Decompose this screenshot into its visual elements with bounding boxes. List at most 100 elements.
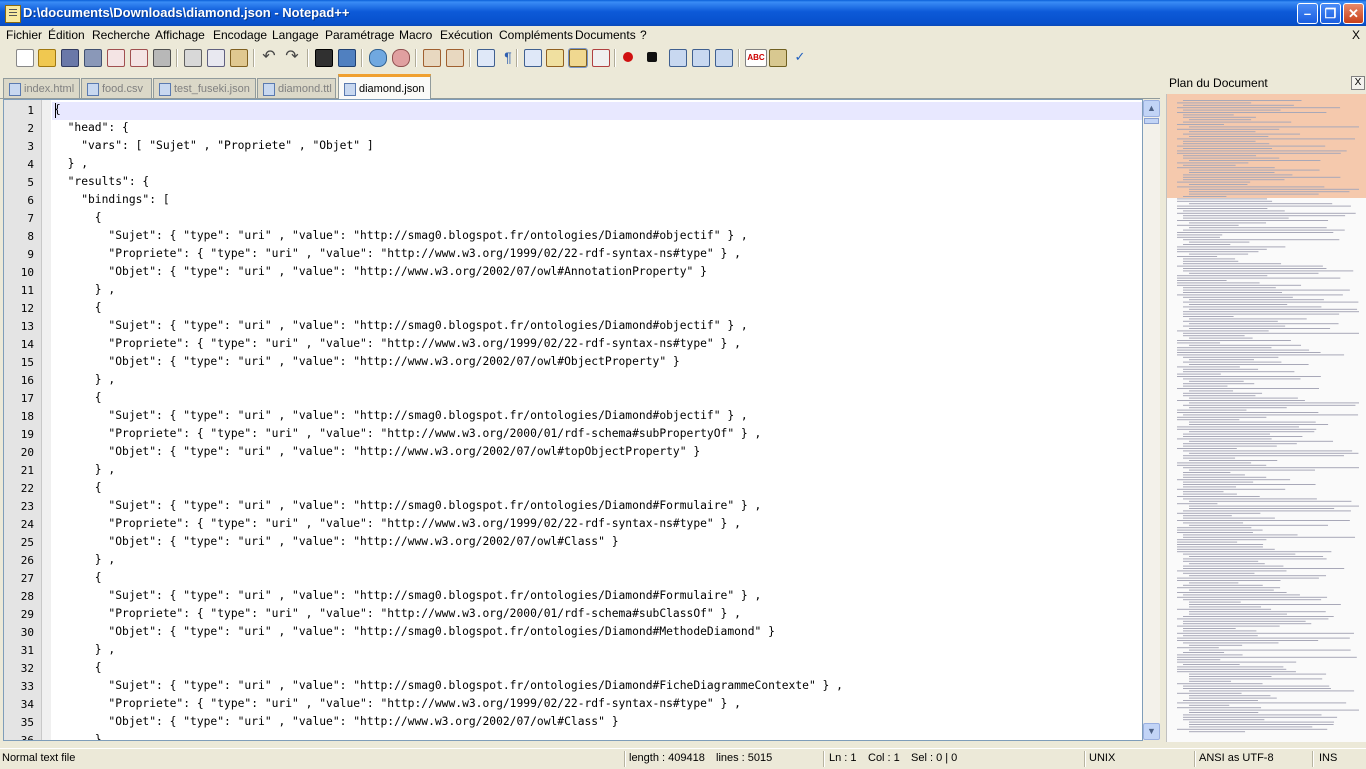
code-line: "results": { — [54, 175, 150, 188]
save-macro-icon[interactable] — [715, 49, 733, 67]
document-map-text-stroke — [1189, 344, 1302, 346]
document-map-text-stroke — [1189, 328, 1331, 329]
status-separator — [823, 751, 825, 767]
user-lang-icon[interactable] — [546, 49, 564, 67]
document-map-text-stroke — [1189, 184, 1248, 185]
indent-guide-icon[interactable] — [524, 49, 542, 67]
document-map-text-stroke — [1177, 220, 1329, 221]
replace-icon[interactable] — [338, 49, 356, 67]
doc-map-icon[interactable] — [568, 48, 588, 68]
close-all-icon[interactable] — [130, 49, 148, 67]
text-editor[interactable]: { "head": { "vars": [ "Sujet" , "Proprie… — [3, 99, 1143, 741]
play-macro-icon[interactable] — [669, 49, 687, 67]
document-map-text-stroke — [1189, 222, 1267, 224]
document-map-text-stroke — [1189, 299, 1324, 301]
document-map-text-stroke — [1177, 256, 1218, 257]
document-map-text-stroke — [1177, 702, 1347, 704]
line-number: 31 — [20, 644, 34, 657]
sync-vertical-icon[interactable] — [423, 49, 441, 67]
menu-complements[interactable]: Compléments — [499, 28, 573, 42]
copy-icon[interactable] — [207, 49, 225, 67]
run-macro-multiple-icon[interactable] — [692, 49, 710, 67]
vertical-scrollbar[interactable]: ▲ ▼ — [1143, 100, 1160, 740]
show-all-chars-icon[interactable]: ¶ — [500, 49, 516, 65]
new-file-icon[interactable] — [16, 49, 34, 67]
open-file-icon[interactable] — [38, 49, 56, 67]
document-map[interactable] — [1166, 94, 1366, 742]
notepad-plus-plus-icon[interactable] — [5, 5, 21, 23]
document-map-text-stroke — [1183, 467, 1359, 469]
document-map-close-button[interactable]: X — [1351, 76, 1365, 90]
close-window-button[interactable]: ✕ — [1343, 3, 1364, 24]
zoom-out-icon[interactable] — [392, 49, 410, 67]
current-line-highlight — [52, 102, 1142, 120]
document-map-text-stroke — [1183, 493, 1237, 495]
close-icon[interactable] — [107, 49, 125, 67]
menu-help[interactable]: ? — [640, 28, 647, 42]
save-all-icon[interactable] — [84, 49, 102, 67]
document-map-text-stroke — [1177, 683, 1263, 685]
maximize-button[interactable]: ❐ — [1320, 3, 1341, 24]
close-document-button[interactable]: X — [1352, 28, 1360, 42]
code-line: "Objet": { "type": "uri" , "value": "htt… — [54, 625, 775, 638]
line-number: 17 — [20, 392, 34, 405]
document-map-text-stroke — [1189, 676, 1272, 677]
menu-macro[interactable]: Macro — [399, 28, 432, 42]
menu-recherche[interactable]: Recherche — [92, 28, 150, 42]
tab-diamond-json[interactable]: diamond.json — [338, 74, 431, 99]
menu-edition[interactable]: Édition — [48, 28, 85, 42]
redo-icon[interactable]: ↷ — [284, 49, 300, 65]
menu-langage[interactable]: Langage — [272, 28, 319, 42]
document-map-text-stroke — [1183, 455, 1344, 457]
spellcheck-icon[interactable]: ABC — [745, 49, 767, 67]
document-map-text-stroke — [1189, 611, 1326, 613]
tab-test-fuseki-json[interactable]: test_fuseki.json — [153, 78, 256, 98]
document-map-text-stroke — [1177, 551, 1332, 553]
print-icon[interactable] — [153, 49, 171, 67]
save-icon[interactable] — [61, 49, 79, 67]
code-line: "Propriete": { "type": "uri" , "value": … — [54, 607, 741, 620]
document-map-text-stroke — [1177, 162, 1249, 164]
document-map-text-stroke — [1189, 690, 1355, 692]
menu-encodage[interactable]: Encodage — [213, 28, 267, 42]
menu-documents[interactable]: Documents — [575, 28, 636, 42]
document-map-text-stroke — [1177, 428, 1317, 430]
find-icon[interactable] — [315, 49, 333, 67]
document-map-text-stroke — [1189, 440, 1334, 442]
scroll-thumb[interactable] — [1144, 118, 1159, 124]
document-map-text-stroke — [1189, 193, 1319, 195]
minimize-button[interactable]: – — [1297, 3, 1318, 24]
paste-icon[interactable] — [230, 49, 248, 67]
document-map-text-stroke — [1183, 568, 1345, 569]
tab-diamond-ttl[interactable]: diamond.ttl — [257, 78, 336, 98]
record-macro-icon[interactable] — [623, 52, 633, 62]
document-map-text-stroke — [1177, 102, 1252, 104]
fold-margin[interactable] — [42, 100, 51, 740]
menu-fichier[interactable]: Fichier — [6, 28, 42, 42]
tab-index-html[interactable]: index.html — [3, 78, 80, 98]
undo-icon[interactable]: ↶ — [261, 49, 277, 65]
spellcheck-options-icon[interactable] — [769, 49, 787, 67]
menu-parametrage[interactable]: Paramétrage — [325, 28, 394, 42]
document-map-text-stroke — [1183, 395, 1256, 397]
spellcheck-auto-icon[interactable]: ✓ — [792, 49, 808, 65]
menu-execution[interactable]: Exécution — [440, 28, 493, 42]
document-map-text-stroke — [1177, 284, 1302, 286]
document-map-text-stroke — [1177, 186, 1325, 188]
sync-horizontal-icon[interactable] — [446, 49, 464, 67]
scroll-down-button[interactable]: ▼ — [1143, 723, 1160, 740]
document-map-text-stroke — [1177, 640, 1319, 641]
document-map-text-stroke — [1177, 529, 1263, 531]
document-map-text-stroke — [1189, 613, 1287, 615]
toolbar-separator — [614, 49, 616, 67]
function-list-icon[interactable] — [592, 49, 610, 67]
menu-affichage[interactable]: Affichage — [155, 28, 205, 42]
zoom-in-icon[interactable] — [369, 49, 387, 67]
tab-food-csv[interactable]: food.csv — [81, 78, 152, 98]
title-bar[interactable]: D:\documents\Downloads\diamond.json - No… — [0, 0, 1366, 26]
stop-macro-icon[interactable] — [647, 52, 657, 62]
word-wrap-icon[interactable] — [477, 49, 495, 67]
scroll-up-button[interactable]: ▲ — [1143, 100, 1160, 117]
cut-icon[interactable] — [184, 49, 202, 67]
document-map-text-stroke — [1183, 116, 1256, 118]
